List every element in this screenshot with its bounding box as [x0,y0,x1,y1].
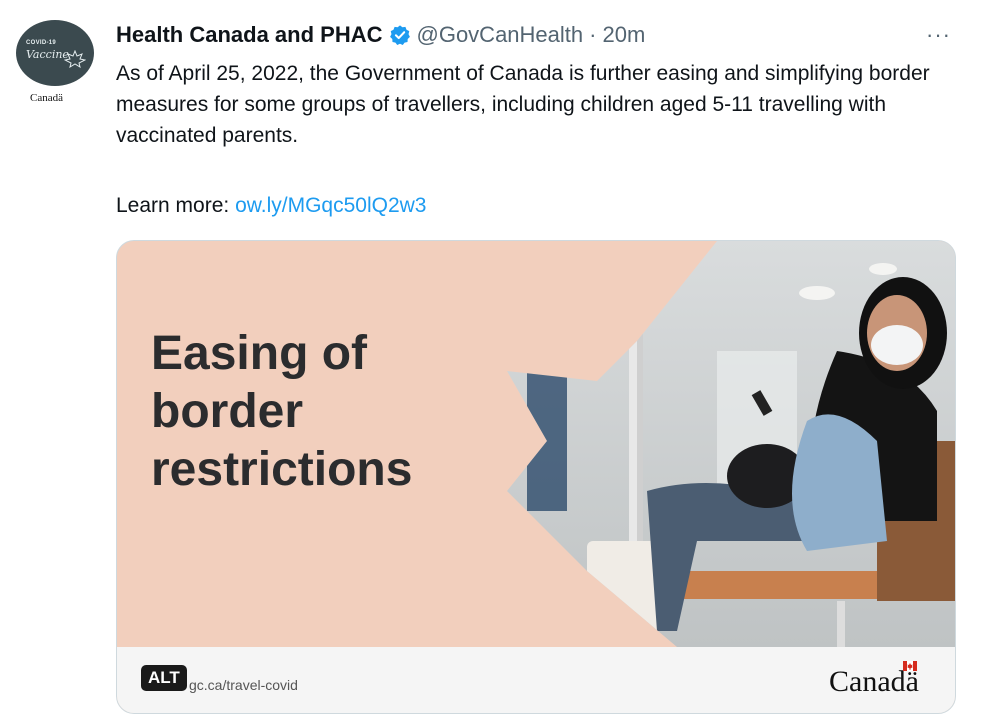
tweet-header: Health Canada and PHAC @GovCanHealth · 2… [116,20,645,50]
tweet-link[interactable]: ow.ly/MGqc50lQ2w3 [235,194,426,217]
learn-more-label: Learn more: [116,194,236,217]
card-title: Easing of border restrictions [151,325,412,499]
media-card[interactable]: Easing of border restrictions ALT gc.ca/… [116,240,956,714]
card-title-line: Easing of [151,327,368,380]
avatar-circle: COVID-19 Vaccine [16,20,94,86]
card-footer: ALT gc.ca/travel-covid Canadä [117,647,955,713]
avatar[interactable]: COVID-19 Vaccine Canadä [14,20,96,104]
avatar-vaccine-label: Vaccine [26,48,69,61]
card-url: gc.ca/travel-covid [189,677,298,693]
tweet-timestamp[interactable]: 20m [602,22,645,48]
card-title-line: restrictions [151,443,413,496]
more-options-icon[interactable]: ··· [926,24,951,46]
alt-text-button[interactable]: ALT [141,665,187,691]
header-separator: · [589,22,597,47]
tweet-text: As of April 25, 2022, the Government of … [116,62,930,147]
canada-flag-icon [903,661,917,671]
avatar-covid-label: COVID-19 [26,40,57,46]
display-name[interactable]: Health Canada and PHAC [116,22,383,48]
card-title-line: border [151,385,304,438]
learn-more-line: Learn more: ow.ly/MGqc50lQ2w3 [116,190,426,221]
avatar-canada-wordmark: Canadä [30,92,63,104]
user-handle[interactable]: @GovCanHealth [417,22,584,48]
maple-leaf-icon [64,50,86,68]
verified-badge-icon [389,25,410,45]
